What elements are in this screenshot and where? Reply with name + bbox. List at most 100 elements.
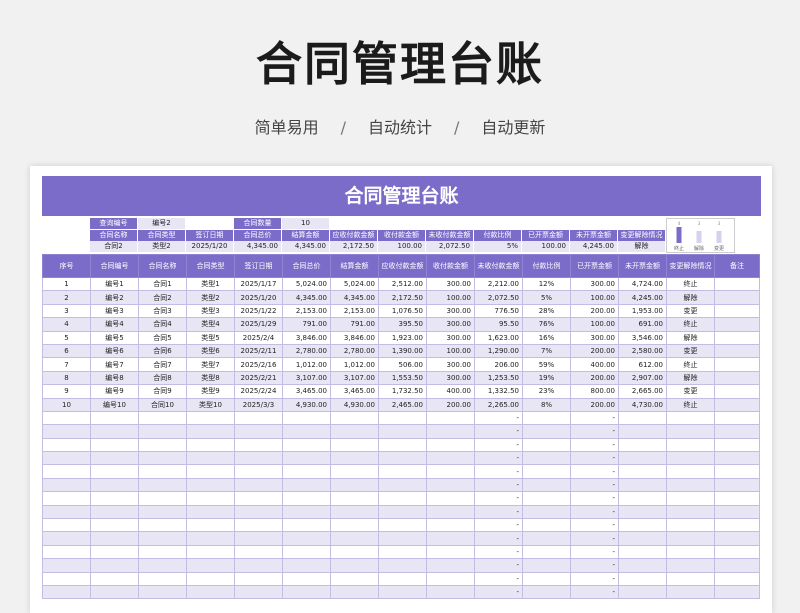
table-cell[interactable]: 200.00 — [570, 303, 619, 319]
table-cell[interactable] — [618, 464, 667, 479]
table-cell[interactable]: 2,580.00 — [618, 343, 667, 359]
table-cell[interactable] — [234, 504, 283, 520]
table-cell[interactable] — [714, 464, 760, 479]
table-cell[interactable] — [378, 424, 427, 439]
table-cell[interactable]: 1,012.00 — [330, 357, 379, 372]
table-cell[interactable]: 3 — [42, 303, 91, 319]
table-cell[interactable]: 编号9 — [90, 384, 139, 399]
table-cell[interactable]: 2025/2/4 — [234, 330, 283, 345]
table-cell[interactable] — [522, 558, 571, 573]
table-cell[interactable] — [138, 437, 187, 453]
table-cell[interactable] — [234, 464, 283, 479]
table-cell[interactable] — [618, 437, 667, 453]
table-cell[interactable]: 800.00 — [570, 384, 619, 399]
table-cell[interactable] — [618, 451, 667, 466]
table-cell[interactable] — [186, 531, 235, 546]
table-cell[interactable] — [378, 491, 427, 506]
table-cell[interactable] — [714, 276, 760, 292]
table-cell[interactable] — [282, 584, 331, 600]
table-cell[interactable] — [522, 437, 571, 453]
table-cell[interactable] — [522, 424, 571, 439]
table-cell[interactable] — [138, 410, 187, 426]
table-cell[interactable] — [714, 424, 760, 439]
table-cell[interactable] — [186, 491, 235, 506]
table-cell[interactable] — [714, 544, 760, 560]
table-cell[interactable]: - — [474, 558, 523, 573]
table-cell[interactable] — [90, 584, 139, 600]
table-cell[interactable]: 6 — [42, 343, 91, 359]
table-cell[interactable] — [138, 584, 187, 600]
table-cell[interactable]: - — [570, 477, 619, 493]
table-cell[interactable]: 编号10 — [90, 397, 139, 412]
table-cell[interactable] — [90, 504, 139, 520]
table-cell[interactable] — [378, 451, 427, 466]
table-cell[interactable] — [282, 531, 331, 546]
table-cell[interactable]: 编号6 — [90, 343, 139, 359]
table-cell[interactable]: - — [474, 477, 523, 493]
column-header[interactable]: 收付款金额 — [426, 254, 475, 278]
table-cell[interactable] — [282, 518, 331, 533]
table-cell[interactable] — [522, 571, 571, 586]
table-cell[interactable] — [426, 424, 475, 439]
table-cell[interactable]: 合同6 — [138, 343, 187, 359]
table-cell[interactable]: 300.00 — [570, 276, 619, 292]
table-cell[interactable]: 4,345.00 — [330, 290, 379, 305]
table-cell[interactable] — [666, 477, 715, 493]
table-cell[interactable] — [378, 518, 427, 533]
table-cell[interactable] — [330, 571, 379, 586]
table-cell[interactable]: - — [474, 464, 523, 479]
table-cell[interactable] — [522, 531, 571, 546]
table-cell[interactable]: 类型7 — [186, 357, 235, 372]
table-cell[interactable] — [714, 303, 760, 319]
table-cell[interactable] — [234, 491, 283, 506]
table-cell[interactable] — [234, 410, 283, 426]
table-cell[interactable] — [330, 504, 379, 520]
table-cell[interactable]: 编号3 — [90, 303, 139, 319]
table-cell[interactable]: 解除 — [666, 290, 715, 305]
table-cell[interactable]: 终止 — [666, 317, 715, 332]
table-cell[interactable]: - — [570, 451, 619, 466]
table-cell[interactable]: 合同4 — [138, 317, 187, 332]
table-cell[interactable]: 5 — [42, 330, 91, 345]
table-cell[interactable]: 合同2 — [138, 290, 187, 305]
table-cell[interactable]: - — [570, 584, 619, 600]
table-cell[interactable]: 300.00 — [426, 370, 475, 386]
table-cell[interactable]: 776.50 — [474, 303, 523, 319]
table-cell[interactable] — [138, 531, 187, 546]
table-cell[interactable]: - — [570, 571, 619, 586]
table-cell[interactable] — [666, 504, 715, 520]
table-cell[interactable] — [426, 491, 475, 506]
table-cell[interactable] — [42, 451, 91, 466]
table-cell[interactable] — [522, 584, 571, 600]
table-cell[interactable] — [522, 544, 571, 560]
table-cell[interactable]: - — [570, 518, 619, 533]
table-cell[interactable] — [42, 477, 91, 493]
table-cell[interactable]: - — [474, 584, 523, 600]
table-cell[interactable] — [282, 451, 331, 466]
table-cell[interactable]: 791.00 — [330, 317, 379, 332]
table-cell[interactable] — [234, 571, 283, 586]
table-cell[interactable] — [42, 491, 91, 506]
table-cell[interactable]: - — [474, 571, 523, 586]
table-cell[interactable]: 100.00 — [570, 290, 619, 305]
table-cell[interactable] — [282, 571, 331, 586]
table-cell[interactable]: 类型8 — [186, 370, 235, 386]
table-cell[interactable] — [714, 330, 760, 345]
table-cell[interactable]: 4,724.00 — [618, 276, 667, 292]
table-cell[interactable]: 类型2 — [186, 290, 235, 305]
table-cell[interactable] — [330, 437, 379, 453]
table-cell[interactable]: 95.50 — [474, 317, 523, 332]
table-cell[interactable]: 100.00 — [426, 290, 475, 305]
table-cell[interactable]: - — [474, 531, 523, 546]
table-cell[interactable] — [714, 491, 760, 506]
table-cell[interactable]: 类型5 — [186, 330, 235, 345]
table-cell[interactable]: 终止 — [666, 276, 715, 292]
table-cell[interactable] — [522, 504, 571, 520]
table-cell[interactable]: 506.00 — [378, 357, 427, 372]
table-cell[interactable] — [426, 531, 475, 546]
table-cell[interactable] — [666, 571, 715, 586]
table-cell[interactable] — [282, 464, 331, 479]
table-cell[interactable] — [666, 531, 715, 546]
table-cell[interactable]: - — [570, 410, 619, 426]
table-cell[interactable]: 59% — [522, 357, 571, 372]
